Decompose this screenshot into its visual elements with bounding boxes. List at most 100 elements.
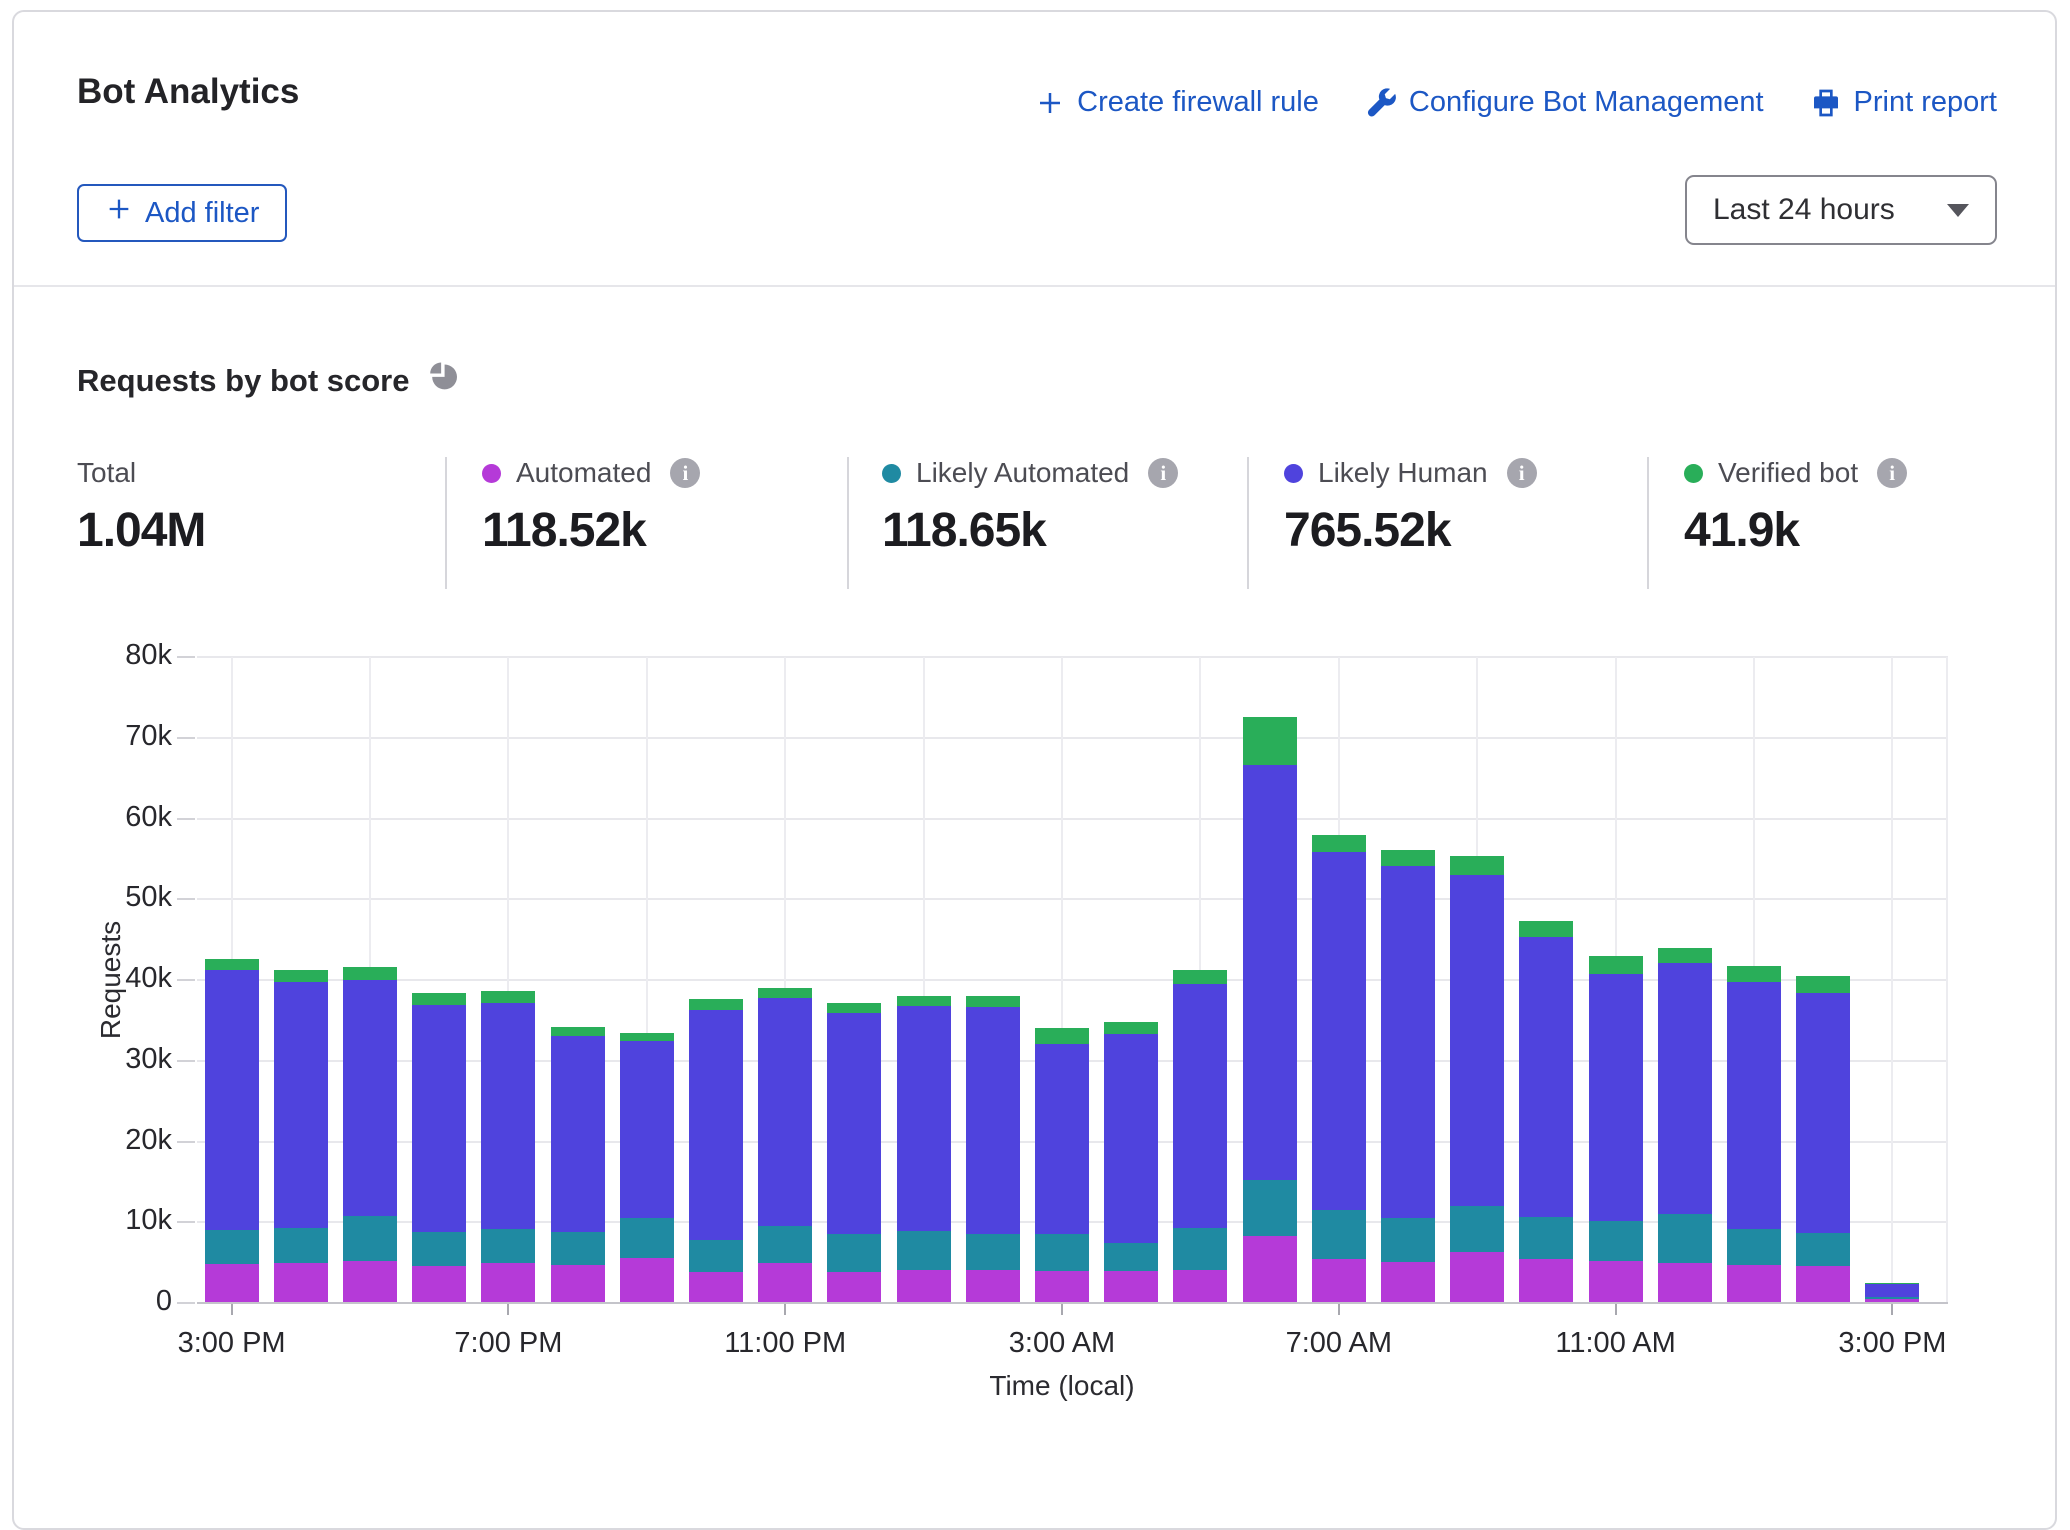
bar-segment-verified-bot[interactable] <box>1381 850 1435 866</box>
bar-segment-verified-bot[interactable] <box>343 967 397 980</box>
bar-segment-automated[interactable] <box>274 1263 328 1303</box>
bar-7-00-am[interactable] <box>1312 835 1366 1303</box>
bar-segment-likely-human[interactable] <box>1589 974 1643 1221</box>
bar-segment-automated[interactable] <box>897 1270 951 1303</box>
bar-segment-verified-bot[interactable] <box>1658 948 1712 963</box>
bar-9-00-pm[interactable] <box>620 1032 674 1303</box>
bar-3-00-am[interactable] <box>1035 1028 1089 1303</box>
create-firewall-rule-link[interactable]: Create firewall rule <box>1035 86 1319 119</box>
bar-segment-likely-human[interactable] <box>966 1007 1020 1234</box>
bar-segment-verified-bot[interactable] <box>1173 970 1227 984</box>
bar-segment-automated[interactable] <box>1173 1270 1227 1303</box>
bar-12-00-am[interactable] <box>827 1003 881 1303</box>
bar-7-00-pm[interactable] <box>481 990 535 1303</box>
bar-segment-verified-bot[interactable] <box>274 970 328 981</box>
bar-segment-verified-bot[interactable] <box>1243 717 1297 765</box>
bar-segment-automated[interactable] <box>412 1266 466 1303</box>
bar-segment-likely-human[interactable] <box>689 1010 743 1240</box>
bar-segment-automated[interactable] <box>1312 1259 1366 1303</box>
bar-segment-likely-automated[interactable] <box>481 1229 535 1263</box>
bar-segment-automated[interactable] <box>758 1263 812 1303</box>
bar-segment-likely-human[interactable] <box>481 1003 535 1229</box>
bar-segment-verified-bot[interactable] <box>1589 956 1643 974</box>
bar-segment-likely-human[interactable] <box>1450 875 1504 1207</box>
bar-segment-automated[interactable] <box>1381 1262 1435 1303</box>
bar-segment-likely-automated[interactable] <box>1519 1217 1573 1258</box>
bar-segment-verified-bot[interactable] <box>1727 966 1781 981</box>
bar-segment-verified-bot[interactable] <box>205 959 259 970</box>
bar-segment-verified-bot[interactable] <box>1450 856 1504 875</box>
bar-segment-automated[interactable] <box>1589 1261 1643 1303</box>
bar-segment-likely-human[interactable] <box>1727 982 1781 1229</box>
bar-segment-likely-human[interactable] <box>758 998 812 1227</box>
bar-8-00-pm[interactable] <box>551 1027 605 1303</box>
bar-10-00-am[interactable] <box>1519 921 1573 1303</box>
bar-1-00-pm[interactable] <box>1727 966 1781 1303</box>
bar-segment-likely-human[interactable] <box>274 982 328 1228</box>
bar-segment-automated[interactable] <box>481 1263 535 1303</box>
bar-9-00-am[interactable] <box>1450 856 1504 1303</box>
bar-segment-automated[interactable] <box>1243 1236 1297 1303</box>
bar-segment-automated[interactable] <box>1727 1265 1781 1303</box>
bar-3-00-pm[interactable] <box>1865 1283 1919 1303</box>
bar-segment-likely-human[interactable] <box>620 1041 674 1218</box>
bar-2-00-pm[interactable] <box>1796 976 1850 1303</box>
bar-segment-likely-automated[interactable] <box>1173 1228 1227 1270</box>
bar-segment-likely-human[interactable] <box>1796 993 1850 1233</box>
bar-segment-likely-human[interactable] <box>343 980 397 1216</box>
time-range-select[interactable]: Last 24 hours <box>1685 175 1997 245</box>
bar-segment-verified-bot[interactable] <box>1796 976 1850 993</box>
bar-segment-automated[interactable] <box>620 1258 674 1303</box>
bar-11-00-pm[interactable] <box>758 988 812 1303</box>
bar-10-00-pm[interactable] <box>689 999 743 1303</box>
bar-segment-likely-automated[interactable] <box>1589 1221 1643 1261</box>
bar-segment-likely-automated[interactable] <box>1450 1206 1504 1252</box>
bar-3-00-pm[interactable] <box>205 959 259 1303</box>
bar-5-00-am[interactable] <box>1173 970 1227 1303</box>
info-icon[interactable]: i <box>1877 458 1907 488</box>
bar-segment-verified-bot[interactable] <box>481 991 535 1003</box>
bar-segment-likely-automated[interactable] <box>966 1234 1020 1270</box>
bar-segment-likely-automated[interactable] <box>689 1240 743 1271</box>
bar-segment-likely-automated[interactable] <box>1243 1180 1297 1236</box>
bar-segment-verified-bot[interactable] <box>897 996 951 1006</box>
bar-12-00-pm[interactable] <box>1658 948 1712 1303</box>
info-icon[interactable]: i <box>1148 458 1178 488</box>
bar-4-00-am[interactable] <box>1104 1022 1158 1303</box>
bar-segment-automated[interactable] <box>966 1270 1020 1303</box>
bar-segment-likely-automated[interactable] <box>620 1218 674 1258</box>
bar-segment-automated[interactable] <box>827 1272 881 1303</box>
info-icon[interactable]: i <box>1507 458 1537 488</box>
bar-segment-likely-human[interactable] <box>897 1006 951 1231</box>
bar-segment-automated[interactable] <box>1796 1266 1850 1303</box>
bar-segment-likely-human[interactable] <box>1519 937 1573 1217</box>
add-filter-button[interactable]: Add filter <box>77 184 287 242</box>
bar-segment-likely-human[interactable] <box>1865 1284 1919 1298</box>
bar-segment-likely-human[interactable] <box>551 1036 605 1232</box>
bar-segment-likely-automated[interactable] <box>1381 1218 1435 1262</box>
bar-segment-automated[interactable] <box>1035 1271 1089 1303</box>
bar-segment-likely-automated[interactable] <box>1727 1229 1781 1265</box>
bar-segment-likely-automated[interactable] <box>758 1226 812 1263</box>
bar-segment-automated[interactable] <box>1450 1252 1504 1303</box>
configure-bot-management-link[interactable]: Configure Bot Management <box>1365 86 1764 119</box>
bar-segment-likely-human[interactable] <box>1381 866 1435 1218</box>
bar-segment-likely-automated[interactable] <box>1104 1243 1158 1270</box>
bar-segment-likely-human[interactable] <box>412 1005 466 1232</box>
bar-2-00-am[interactable] <box>966 996 1020 1303</box>
bar-segment-likely-automated[interactable] <box>1035 1234 1089 1270</box>
bar-segment-automated[interactable] <box>343 1261 397 1303</box>
bar-segment-verified-bot[interactable] <box>758 988 812 998</box>
bar-segment-likely-human[interactable] <box>827 1013 881 1234</box>
bar-segment-automated[interactable] <box>1519 1259 1573 1303</box>
bar-segment-automated[interactable] <box>689 1272 743 1303</box>
bar-6-00-am[interactable] <box>1243 717 1297 1303</box>
bar-segment-likely-human[interactable] <box>205 970 259 1229</box>
bar-segment-verified-bot[interactable] <box>689 999 743 1009</box>
bar-segment-likely-human[interactable] <box>1173 984 1227 1228</box>
bar-11-00-am[interactable] <box>1589 956 1643 1303</box>
bar-segment-likely-human[interactable] <box>1243 765 1297 1180</box>
bar-segment-likely-automated[interactable] <box>274 1228 328 1264</box>
bar-5-00-pm[interactable] <box>343 967 397 1303</box>
bar-segment-likely-automated[interactable] <box>1796 1233 1850 1266</box>
